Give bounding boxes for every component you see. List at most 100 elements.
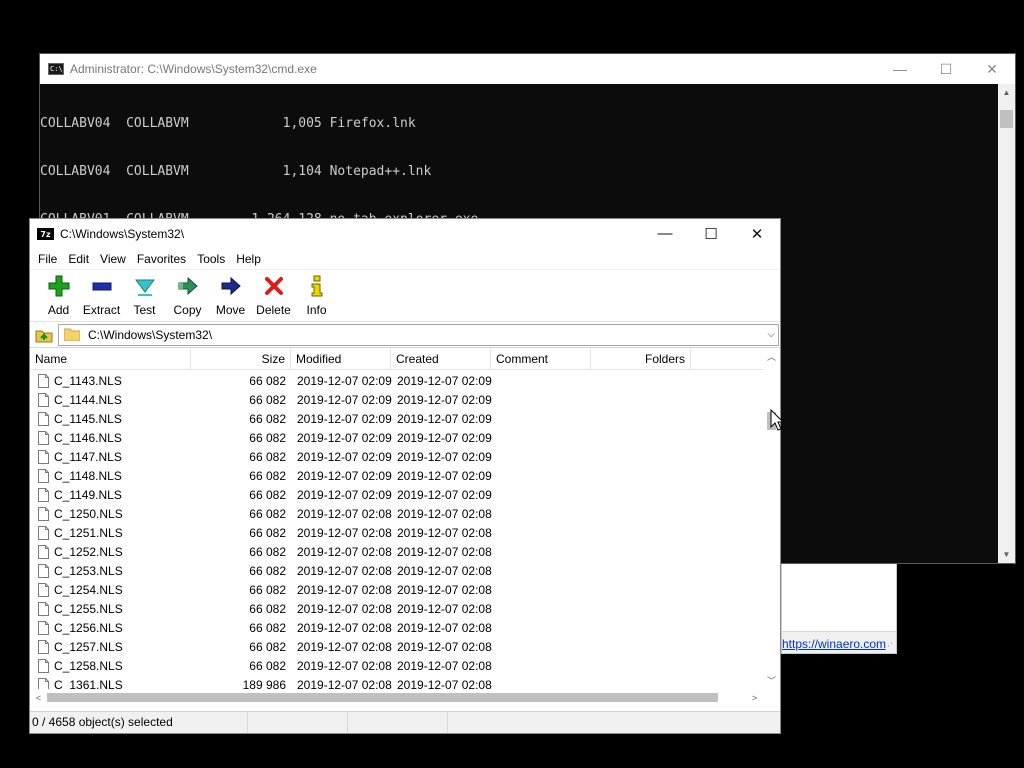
file-row[interactable]: C_1255.NLS 66 082 2019-12-07 02:08 2019-12-… [30, 599, 763, 618]
column-header-name[interactable]: Name [30, 348, 191, 370]
scroll-up-arrow-icon[interactable]: ︿ [763, 348, 780, 365]
cmd-scroll-thumb[interactable] [1000, 110, 1013, 128]
sevenzip-titlebar[interactable]: 7z C:\Windows\System32\ — ☐ ✕ [30, 219, 780, 248]
file-row[interactable]: C_1251.NLS 66 082 2019-12-07 02:08 2019-12-… [30, 523, 763, 542]
cmd-titlebar[interactable]: C:\ Administrator: C:\Windows\System32\c… [40, 54, 1015, 84]
file-modified: 2019-12-07 02:08 [297, 620, 392, 635]
info-button[interactable]: Info [295, 270, 338, 320]
file-name-cell: C_1252.NLS [30, 544, 191, 559]
scroll-right-arrow-icon[interactable]: > [746, 689, 763, 706]
file-row[interactable]: C_1252.NLS 66 082 2019-12-07 02:08 2019-12-… [30, 542, 763, 561]
extract-label: Extract [82, 303, 121, 317]
file-name: C_1255.NLS [54, 601, 123, 616]
column-header-folders[interactable]: Folders [591, 348, 691, 370]
cmd-vertical-scrollbar[interactable]: ▲ ▼ [998, 84, 1015, 563]
scroll-left-arrow-icon[interactable]: < [30, 689, 47, 706]
file-size: 66 082 [249, 411, 286, 426]
file-name: C_1361.NLS [54, 677, 123, 690]
list-vertical-scrollbar[interactable]: ︿ ﹀ [763, 348, 780, 689]
file-size: 66 082 [249, 620, 286, 635]
scroll-up-arrow-icon[interactable]: ▲ [998, 84, 1015, 101]
file-icon [38, 544, 49, 559]
move-button[interactable]: Move [209, 270, 252, 320]
test-label: Test [133, 303, 156, 317]
check-icon [133, 274, 157, 298]
test-button[interactable]: Test [123, 270, 166, 320]
menu-help[interactable]: Help [231, 252, 267, 266]
sevenzip-minimize-button[interactable]: — [642, 219, 688, 248]
file-row[interactable]: C_1149.NLS 66 082 2019-12-07 02:09 2019-12-… [30, 485, 763, 504]
sevenzip-window-title: C:\Windows\System32\ [60, 226, 185, 241]
resize-grip-icon[interactable]: ⋰ [884, 641, 894, 651]
chevron-down-icon[interactable]: ⌵ [767, 329, 775, 340]
list-horizontal-scrollbar[interactable]: < > [30, 689, 780, 706]
file-created: 2019-12-07 02:08 [397, 582, 492, 597]
file-row[interactable]: C_1145.NLS 66 082 2019-12-07 02:09 2019-12-… [30, 409, 763, 428]
status-segment [348, 712, 448, 733]
winaero-link[interactable]: https://winaero.com [782, 637, 886, 651]
file-row[interactable]: C_1257.NLS 66 082 2019-12-07 02:08 2019-12-… [30, 637, 763, 656]
file-row[interactable]: C_1147.NLS 66 082 2019-12-07 02:09 2019-12-… [30, 447, 763, 466]
file-row[interactable]: C_1144.NLS 66 082 2019-12-07 02:09 2019-12-… [30, 390, 763, 409]
cmd-maximize-button[interactable]: ☐ [923, 54, 969, 84]
file-name: C_1148.NLS [54, 468, 122, 483]
file-modified: 2019-12-07 02:09 [297, 373, 392, 388]
file-row[interactable]: C_1258.NLS 66 082 2019-12-07 02:08 2019-12-… [30, 656, 763, 675]
file-size: 66 082 [249, 525, 286, 540]
column-header-size[interactable]: Size [191, 348, 291, 370]
cmd-close-button[interactable]: ✕ [969, 54, 1015, 84]
delete-button[interactable]: Delete [252, 270, 295, 320]
menu-file[interactable]: File [33, 252, 63, 266]
file-size: 66 082 [249, 430, 286, 445]
file-row[interactable]: C_1146.NLS 66 082 2019-12-07 02:09 2019-12-… [30, 428, 763, 447]
file-row[interactable]: C_1256.NLS 66 082 2019-12-07 02:08 2019-12-… [30, 618, 763, 637]
menu-tools[interactable]: Tools [192, 252, 231, 266]
file-icon [38, 563, 49, 578]
file-name: C_1254.NLS [54, 582, 123, 597]
file-size: 66 082 [249, 506, 286, 521]
file-created: 2019-12-07 02:08 [397, 544, 492, 559]
menu-favorites[interactable]: Favorites [132, 252, 192, 266]
sevenzip-close-button[interactable]: ✕ [734, 219, 780, 248]
file-icon [38, 449, 49, 464]
copy-button[interactable]: Copy [166, 270, 209, 320]
copy-label: Copy [173, 303, 202, 317]
file-size: 66 082 [249, 487, 286, 502]
cmd-output-line: COLLABV04 COLLABVM 1,104 Notepad++.lnk [40, 164, 432, 179]
file-name: C_1250.NLS [54, 506, 123, 521]
file-row[interactable]: C_1361.NLS 189 986 2019-12-07 02:08 2019-12… [30, 675, 763, 689]
file-row[interactable]: C_1253.NLS 66 082 2019-12-07 02:08 2019-12-… [30, 561, 763, 580]
folder-icon [64, 328, 80, 341]
background-dialog-content [782, 564, 896, 632]
copy-arrow-icon [176, 274, 200, 298]
column-header-comment[interactable]: Comment [491, 348, 591, 370]
column-header-modified[interactable]: Modified [291, 348, 391, 370]
add-button[interactable]: Add [37, 270, 80, 320]
file-row[interactable]: C_1143.NLS 66 082 2019-12-07 02:09 2019-12-… [30, 371, 763, 390]
file-name-cell: C_1250.NLS [30, 506, 191, 521]
file-size: 66 082 [249, 563, 286, 578]
list-hscroll-thumb[interactable] [47, 693, 718, 702]
sevenzip-maximize-button[interactable]: ☐ [688, 219, 734, 248]
file-icon [38, 677, 49, 689]
file-created: 2019-12-07 02:09 [397, 449, 492, 464]
column-header-created[interactable]: Created [391, 348, 491, 370]
file-icon [38, 411, 49, 426]
file-modified: 2019-12-07 02:08 [297, 506, 392, 521]
scroll-down-arrow-icon[interactable]: ▼ [998, 546, 1015, 563]
extract-button[interactable]: Extract [80, 270, 123, 320]
status-segment [248, 712, 348, 733]
toolbar: Add Extract Test Copy Move Delete Info [30, 269, 780, 322]
path-input[interactable]: C:\Windows\System32\ ⌵ [58, 323, 779, 346]
file-icon [38, 620, 49, 635]
folder-up-button[interactable] [30, 323, 58, 347]
menu-edit[interactable]: Edit [63, 252, 95, 266]
file-row[interactable]: C_1250.NLS 66 082 2019-12-07 02:08 2019-12-… [30, 504, 763, 523]
file-row[interactable]: C_1254.NLS 66 082 2019-12-07 02:08 2019-12-… [30, 580, 763, 599]
info-icon [305, 274, 329, 298]
menu-view[interactable]: View [95, 252, 132, 266]
cmd-minimize-button[interactable]: — [877, 54, 923, 84]
scroll-down-arrow-icon[interactable]: ﹀ [763, 672, 780, 689]
file-row[interactable]: C_1148.NLS 66 082 2019-12-07 02:09 2019-12-… [30, 466, 763, 485]
file-list[interactable]: Name Size Modified Created Comment Folde… [30, 348, 780, 689]
